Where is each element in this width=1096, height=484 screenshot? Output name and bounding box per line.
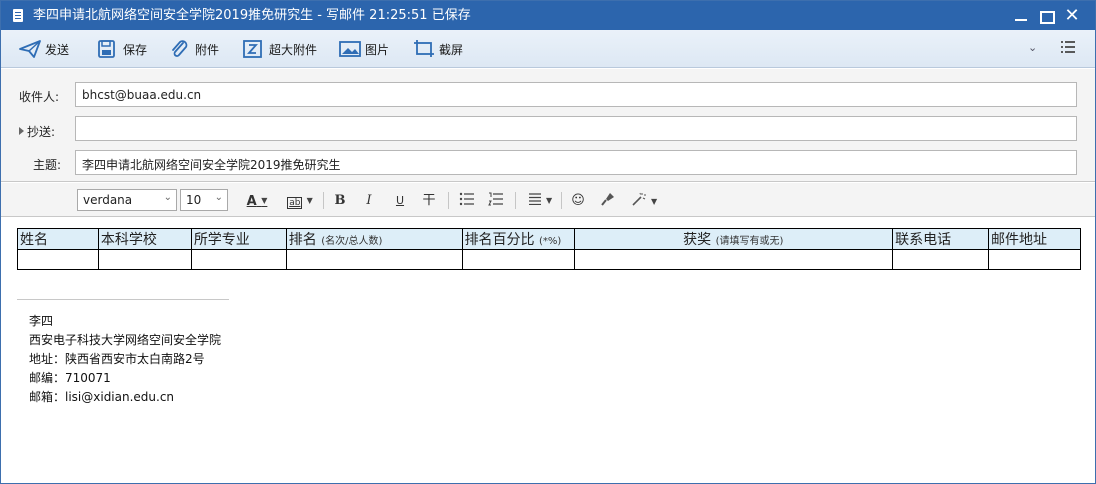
header-awards: 获奖 (请填写有或无)	[573, 228, 894, 250]
table-cell[interactable]	[285, 249, 463, 270]
toolbar: 发送 保存 附件 超大附件 图片 截屏 ⌄	[1, 30, 1095, 68]
table-header-row: 姓名 本科学校 所学专业 排名 (名次/总人数) 排名百分比 (*%) 获奖 (…	[17, 228, 1081, 250]
title-bar: 李四申请北航网络空间安全学院2019推免研究生 - 写邮件 21:25:51 已…	[1, 1, 1095, 30]
header-phone: 联系电话	[892, 228, 989, 250]
bullet-list-button[interactable]	[458, 192, 476, 210]
signature-address: 地址：陕西省西安市太白南路2号	[29, 352, 205, 366]
big-attachment-label: 超大附件	[269, 42, 318, 57]
align-button[interactable]: ▼	[525, 192, 555, 210]
header-fields: 收件人: bhcst@buaa.edu.cn 抄送: 主题: 李四申请北航网络空…	[1, 69, 1095, 182]
subject-label: 主题:	[33, 158, 62, 172]
big-attachment-icon	[243, 40, 263, 58]
header-email: 邮件地址	[988, 228, 1081, 250]
save-icon	[97, 40, 117, 58]
image-icon	[339, 40, 361, 58]
signature: 李四 西安电子科技大学网络空间安全学院 地址：陕西省西安市太白南路2号 邮编：7…	[29, 312, 221, 407]
emoji-button[interactable]: ☺	[569, 192, 587, 210]
send-icon	[19, 40, 41, 58]
separator	[515, 192, 516, 209]
header-school: 本科学校	[97, 228, 192, 250]
chevron-down-icon: ⌄	[163, 192, 172, 203]
close-button[interactable]: ✕	[1060, 5, 1084, 27]
caret-icon: ▼	[650, 197, 658, 206]
numbered-list-icon	[488, 192, 504, 210]
subject-field[interactable]: 李四申请北航网络空间安全学院2019推免研究生	[75, 150, 1077, 175]
chevron-down-icon[interactable]: ⌄	[1028, 41, 1037, 54]
cc-label: 抄送:	[27, 125, 56, 139]
separator	[561, 192, 562, 209]
format-toolbar: verdana ⌄ 10 ⌄ A ▼ ab ▼ B I U 干 ▼ ☺ ▼	[1, 183, 1095, 217]
attach-button[interactable]: 附件	[169, 39, 219, 59]
expand-arrow-icon	[19, 127, 24, 135]
signature-postcode: 邮编：710071	[29, 371, 111, 385]
caret-icon: ▼	[261, 196, 268, 205]
chevron-down-icon: ⌄	[214, 192, 223, 203]
header-rank-percent: 排名百分比 (*%)	[461, 228, 575, 250]
table-cell[interactable]	[573, 249, 894, 270]
italic-button[interactable]: I	[361, 192, 377, 210]
bold-button[interactable]: B	[332, 192, 348, 210]
table-cell[interactable]	[988, 249, 1081, 270]
font-size-select[interactable]: 10 ⌄	[180, 189, 228, 211]
text-color-button[interactable]: A ▼	[242, 192, 272, 210]
table-cell[interactable]	[97, 249, 192, 270]
list-icon[interactable]	[1060, 39, 1076, 58]
save-label: 保存	[123, 42, 148, 57]
text-color-glyph: A	[246, 194, 257, 209]
paperclip-icon	[169, 40, 189, 58]
save-button[interactable]: 保存	[97, 39, 147, 59]
screenshot-label: 截屏	[439, 42, 464, 57]
caret-icon: ▼	[545, 196, 553, 205]
image-label: 图片	[365, 42, 390, 57]
to-label: 收件人:	[19, 90, 60, 104]
table-cell[interactable]	[190, 249, 287, 270]
magic-wand-button[interactable]: ▼	[629, 192, 659, 210]
separator	[323, 192, 324, 209]
signature-name: 李四	[29, 314, 54, 328]
screenshot-button[interactable]: 截屏	[413, 39, 463, 59]
big-attachment-button[interactable]: 超大附件	[243, 39, 317, 59]
to-field[interactable]: bhcst@buaa.edu.cn	[75, 82, 1077, 107]
table-cell[interactable]	[892, 249, 989, 270]
underline-button[interactable]: U	[392, 192, 408, 210]
separator	[448, 192, 449, 209]
applicant-info-table: 姓名 本科学校 所学专业 排名 (名次/总人数) 排名百分比 (*%) 获奖 (…	[17, 228, 1081, 270]
image-button[interactable]: 图片	[339, 39, 389, 59]
signature-divider	[17, 299, 229, 300]
numbered-list-button[interactable]	[487, 192, 505, 210]
cc-field[interactable]	[75, 116, 1077, 141]
message-body[interactable]: 姓名 本科学校 所学专业 排名 (名次/总人数) 排名百分比 (*%) 获奖 (…	[1, 218, 1095, 478]
cc-toggle[interactable]: 抄送:	[19, 123, 55, 140]
background-color-button[interactable]: ab ▼	[282, 192, 318, 210]
font-family-value: verdana	[83, 193, 133, 207]
signature-email: 邮箱：lisi@xidian.edu.cn	[29, 390, 175, 404]
bg-color-glyph: ab	[287, 197, 303, 209]
magic-wand-icon	[631, 192, 647, 210]
document-icon	[13, 9, 23, 22]
header-name: 姓名	[17, 228, 99, 250]
font-size-value: 10	[186, 193, 202, 207]
align-icon	[528, 193, 542, 209]
compose-window: 李四申请北航网络空间安全学院2019推免研究生 - 写邮件 21:25:51 已…	[0, 0, 1096, 484]
font-family-select[interactable]: verdana ⌄	[77, 189, 177, 211]
table-cell[interactable]	[461, 249, 575, 270]
signature-school: 西安电子科技大学网络空间安全学院	[29, 333, 222, 347]
maximize-button[interactable]	[1034, 5, 1058, 27]
send-label: 发送	[45, 42, 70, 57]
table-row[interactable]	[17, 249, 1081, 270]
window-title: 李四申请北航网络空间安全学院2019推免研究生 - 写邮件 21:25:51 已…	[33, 8, 471, 23]
header-rank: 排名 (名次/总人数)	[285, 228, 463, 250]
smiley-icon: ☺	[571, 193, 585, 208]
send-button[interactable]: 发送	[19, 39, 69, 59]
header-major: 所学专业	[190, 228, 287, 250]
screenshot-icon	[413, 40, 434, 58]
attach-label: 附件	[195, 42, 220, 57]
minimize-button[interactable]	[1009, 5, 1033, 27]
table-cell[interactable]	[17, 249, 99, 270]
brush-icon	[601, 193, 615, 210]
bullet-list-icon	[459, 192, 475, 210]
strikethrough-button[interactable]: 干	[421, 192, 437, 210]
format-painter-button[interactable]	[599, 192, 617, 210]
caret-icon: ▼	[306, 196, 313, 205]
